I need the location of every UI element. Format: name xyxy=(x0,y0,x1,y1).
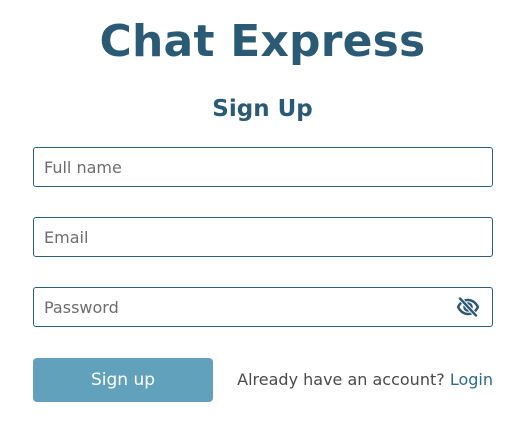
password-field[interactable] xyxy=(33,287,493,327)
sign-up-button[interactable]: Sign up xyxy=(33,358,213,402)
login-prompt-text: Already have an account? xyxy=(237,370,445,389)
form-title: Sign Up xyxy=(212,96,313,122)
full-name-input[interactable] xyxy=(34,148,492,186)
email-field[interactable] xyxy=(33,217,493,257)
login-prompt-line: Already have an account? Login xyxy=(237,369,493,391)
password-input[interactable] xyxy=(34,288,492,326)
email-input[interactable] xyxy=(34,218,492,256)
eye-slash-icon[interactable] xyxy=(456,296,480,318)
login-link[interactable]: Login xyxy=(450,370,493,389)
full-name-field[interactable] xyxy=(33,147,493,187)
app-title: Chat Express xyxy=(99,16,426,67)
